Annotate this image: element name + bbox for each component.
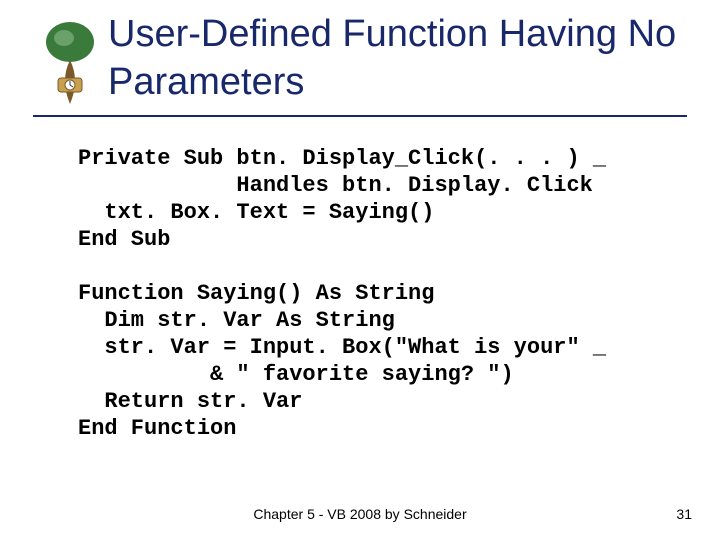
slide-title: User-Defined Function Having No Paramete… [108,10,702,106]
page-number: 31 [676,506,692,522]
code-block: Private Sub btn. Display_Click(. . . ) _… [78,145,688,442]
slide: User-Defined Function Having No Paramete… [0,0,720,540]
footer-text: Chapter 5 - VB 2008 by Schneider [0,506,720,522]
title-underline [33,115,687,117]
leaf-icon [40,20,100,106]
